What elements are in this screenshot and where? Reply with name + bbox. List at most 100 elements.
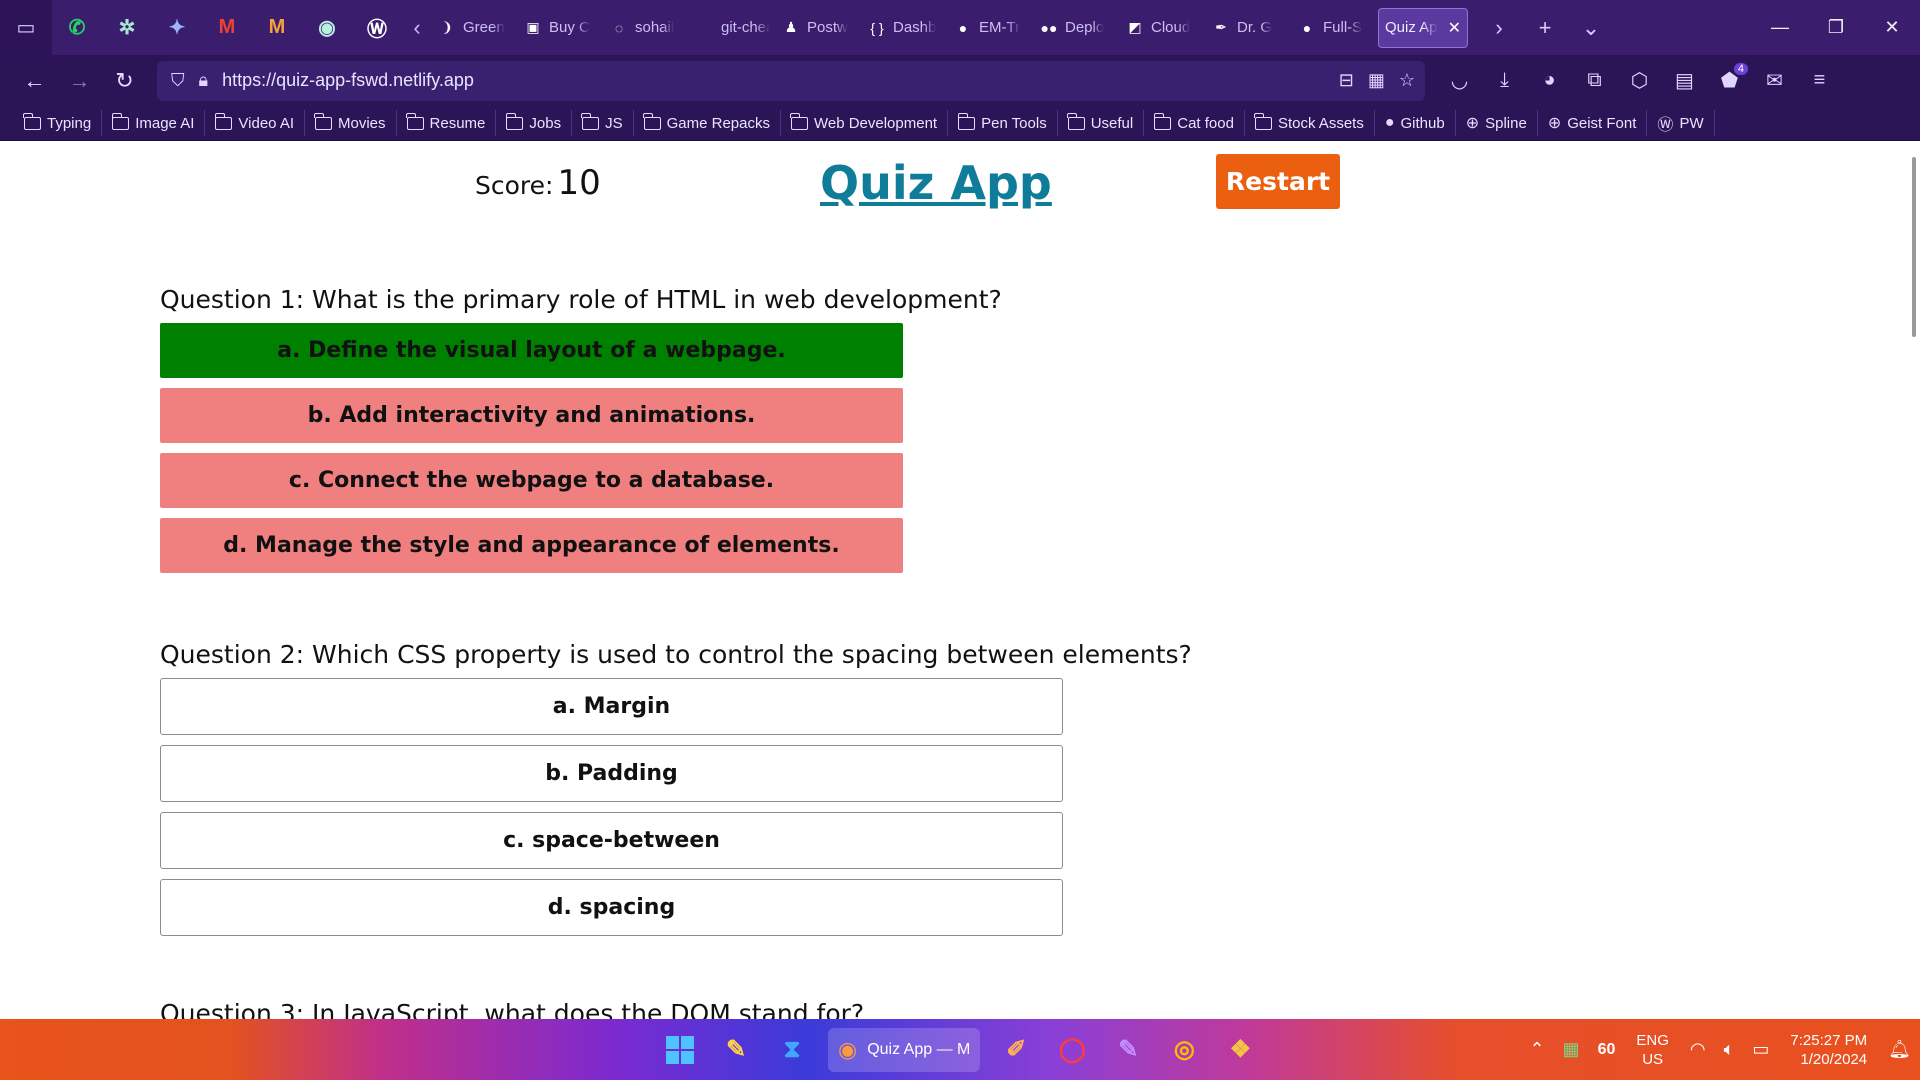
extensions-icon[interactable]: ⧉ <box>1572 61 1617 101</box>
restart-button[interactable]: Restart <box>1216 154 1340 209</box>
globe-badge-icon[interactable]: ◉ <box>302 0 352 55</box>
bookmark-useful[interactable]: Useful <box>1058 110 1145 136</box>
answer-option-d[interactable]: d. Manage the style and appearance of el… <box>160 518 903 573</box>
profile-avatar[interactable]: ◕ <box>1527 61 1572 101</box>
gmail-icon[interactable]: M <box>252 0 302 55</box>
grid-extension-icon[interactable]: ▦ <box>1368 70 1385 91</box>
bookmark-label: Movies <box>338 114 386 132</box>
chatgpt-icon[interactable]: ✲ <box>102 0 152 55</box>
bookmark-label: Github <box>1400 114 1445 132</box>
address-bar[interactable]: ⛉ 🔒︎ https://quiz-app-fswd.netlify.app ⊟… <box>157 60 1425 101</box>
mail-extension-icon[interactable]: ✉ <box>1752 61 1797 101</box>
browser-tab[interactable]: ♟ Postw <box>776 8 862 48</box>
reload-icon[interactable]: ↻ <box>102 61 147 101</box>
language-indicator[interactable]: ENG US <box>1624 1031 1681 1069</box>
battery-icon[interactable]: ▭ <box>1743 1039 1778 1060</box>
shield-icon[interactable]: ⛉ <box>171 70 185 91</box>
folder-icon <box>405 112 424 130</box>
windows-start-icon[interactable] <box>660 1030 700 1070</box>
browser-tab[interactable]: ● EM-Tr <box>948 8 1034 48</box>
browser-tab[interactable]: ◩ Cloud <box>1120 8 1206 48</box>
volume-icon[interactable]: 🔈︎ <box>1715 1039 1744 1060</box>
bookmark-resume[interactable]: Resume <box>397 110 497 136</box>
folder-icon <box>111 112 130 130</box>
tab-scroll-left-icon[interactable]: ‹ <box>402 0 432 55</box>
bookmark-jobs[interactable]: Jobs <box>496 110 573 136</box>
bookmark-favicon-icon: ⊕ <box>1547 115 1562 132</box>
preview-app-icon[interactable]: ✎ <box>716 1030 756 1070</box>
gemini-icon[interactable]: ✦ <box>152 0 202 55</box>
bookmark-github[interactable]: ● Github <box>1375 110 1456 136</box>
language-line-1: ENG <box>1636 1031 1669 1049</box>
answer-option-c[interactable]: c. space-between <box>160 812 1063 869</box>
browser-tab[interactable]: ✒ Dr. G <box>1206 8 1292 48</box>
answer-option-c[interactable]: c. Connect the webpage to a database. <box>160 453 903 508</box>
bookmark-movies[interactable]: Movies <box>305 110 397 136</box>
tab-close-icon[interactable]: ✕ <box>1448 18 1461 38</box>
browser-tab[interactable]: ▣ Buy C <box>518 8 604 48</box>
browser-tab[interactable]: ● Full-S <box>1292 8 1378 48</box>
vscode-icon[interactable]: ⧗ <box>772 1030 812 1070</box>
cube-extension-icon[interactable]: ⬡ <box>1617 61 1662 101</box>
folder-icon <box>642 112 661 130</box>
list-all-tabs-icon[interactable]: ⌄ <box>1568 0 1614 55</box>
browser-tab[interactable]: { } Dashb <box>862 8 948 48</box>
answer-option-d[interactable]: d. spacing <box>160 879 1063 936</box>
bookmark-js[interactable]: JS <box>572 110 634 136</box>
browser-tab[interactable]: ◌ sohail <box>604 8 690 48</box>
bookmark-image-ai[interactable]: Image AI <box>102 110 206 136</box>
tab-quiz-app[interactable]: Quiz Ap ✕ <box>1378 7 1468 48</box>
browser-tab[interactable]: ❩ Green <box>432 8 518 48</box>
pocket-icon[interactable]: ◡ <box>1437 61 1482 101</box>
minimize-icon[interactable]: — <box>1752 0 1808 55</box>
bookmark-spline[interactable]: ⊕ Spline <box>1456 110 1538 136</box>
gmail-icon[interactable]: M <box>202 0 252 55</box>
browser-tab[interactable]: git-cheat <box>690 8 776 48</box>
preview-app-2-icon[interactable]: ✎ <box>1108 1030 1148 1070</box>
browser-tab[interactable]: ●● Deplo <box>1034 8 1120 48</box>
shield-extension-icon[interactable]: ⬟ 4 <box>1707 61 1752 101</box>
firefox-view-icon[interactable]: ▭ <box>0 0 52 55</box>
opera-icon[interactable]: ◯ <box>1052 1030 1092 1070</box>
clock[interactable]: 7:25:27 PM 1/20/2024 <box>1778 1031 1879 1069</box>
back-icon[interactable]: ← <box>12 61 57 101</box>
taskbar-firefox-window[interactable]: ◉ Quiz App — M <box>828 1027 981 1072</box>
chrome-icon[interactable]: ◎ <box>1164 1030 1204 1070</box>
lock-icon[interactable]: 🔒︎ <box>199 70 209 91</box>
notes-extension-icon[interactable]: ▤ <box>1662 61 1707 101</box>
bookmark-stock-assets[interactable]: Stock Assets <box>1245 110 1375 136</box>
close-window-icon[interactable]: ✕ <box>1864 0 1920 55</box>
davinci-resolve-icon[interactable]: ❖ <box>1220 1030 1260 1070</box>
url-text[interactable]: https://quiz-app-fswd.netlify.app <box>222 70 474 91</box>
bookmark-video-ai[interactable]: Video AI <box>205 110 306 136</box>
bookmark-typing[interactable]: Typing <box>14 110 103 136</box>
widget-color-icon[interactable]: ▦ <box>1554 1039 1589 1060</box>
question-1: Question 1: What is the primary role of … <box>160 285 1002 573</box>
bookmark-star-icon[interactable]: ☆ <box>1399 70 1415 91</box>
bookmark-cat-food[interactable]: Cat food <box>1144 110 1245 136</box>
menu-icon[interactable]: ≡ <box>1797 61 1842 101</box>
tab-scroll-right-icon[interactable]: › <box>1476 0 1522 55</box>
answer-option-b[interactable]: b. Add interactivity and animations. <box>160 388 903 443</box>
answer-option-a[interactable]: a. Define the visual layout of a webpage… <box>160 323 903 378</box>
forward-icon[interactable]: → <box>57 61 102 101</box>
answer-option-a[interactable]: a. Margin <box>160 678 1063 735</box>
tray-number[interactable]: 60 <box>1589 1041 1625 1059</box>
pen-tool-app-icon[interactable]: ✐ <box>996 1030 1036 1070</box>
page-scrollbar[interactable] <box>1912 157 1916 337</box>
whatsapp-icon[interactable]: ✆ <box>52 0 102 55</box>
reader-view-icon[interactable]: ⊟ <box>1339 70 1354 91</box>
bookmark-pw[interactable]: Ⓦ PW <box>1647 110 1715 136</box>
restore-icon[interactable]: ❐ <box>1808 0 1864 55</box>
bookmark-pen-tools[interactable]: Pen Tools <box>948 110 1058 136</box>
notifications-bell-icon[interactable]: 🔔︎ <box>1879 1039 1920 1060</box>
new-tab-button[interactable]: + <box>1522 0 1568 55</box>
wordpress-icon[interactable]: Ⓦ <box>352 0 402 55</box>
bookmark-web-development[interactable]: Web Development <box>781 110 949 136</box>
show-hidden-icons-chevron-icon[interactable]: ⌃ <box>1520 1039 1553 1060</box>
answer-option-b[interactable]: b. Padding <box>160 745 1063 802</box>
downloads-icon[interactable]: ⤓ <box>1482 61 1527 101</box>
bookmark-game-repacks[interactable]: Game Repacks <box>634 110 781 136</box>
bookmark-geist-font[interactable]: ⊕ Geist Font <box>1538 110 1648 136</box>
wifi-icon[interactable]: ◠ <box>1681 1039 1715 1060</box>
